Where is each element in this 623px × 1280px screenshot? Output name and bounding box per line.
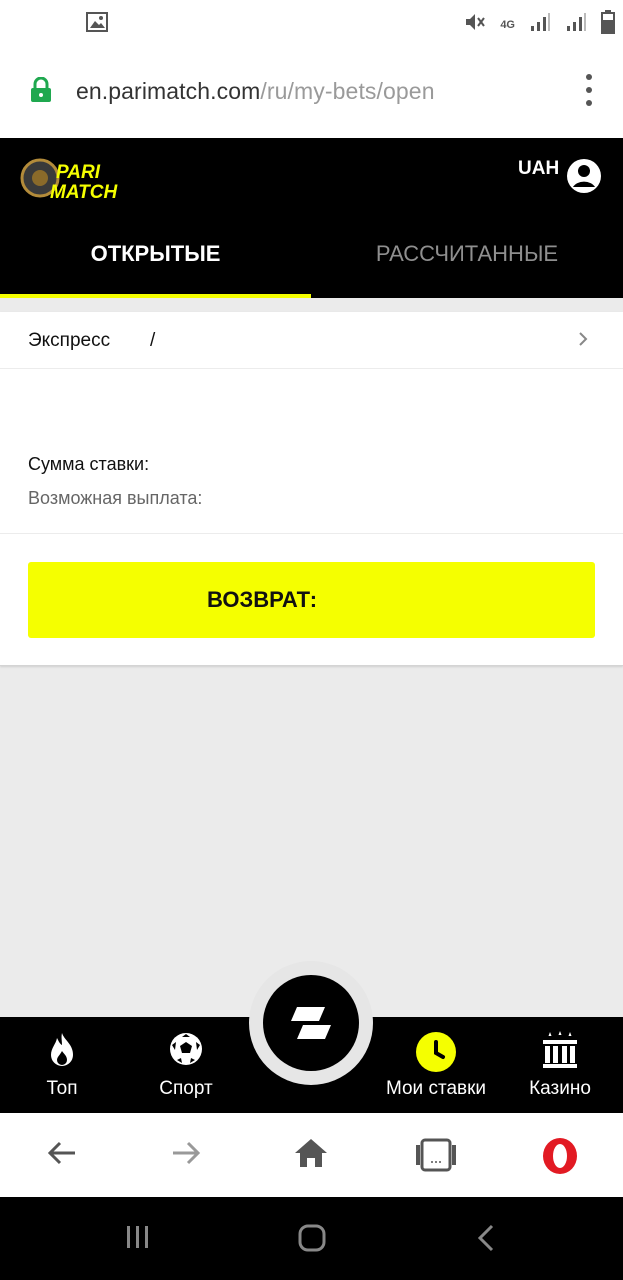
- soccer-ball-icon: [168, 1031, 204, 1072]
- clock-icon: [415, 1031, 457, 1078]
- bet-separator: /: [150, 330, 156, 351]
- network-type: 4G: [500, 18, 515, 31]
- status-bar: 4G: [0, 0, 623, 44]
- bet-card: Экспресс / Сумма ставки: Возможная выпла…: [0, 312, 623, 666]
- chevron-right-icon[interactable]: [577, 330, 589, 353]
- stake-label: Сумма ставки:: [28, 454, 150, 474]
- battery-icon: [601, 10, 615, 39]
- payout-label: Возможная выплата:: [28, 488, 203, 508]
- account-icon[interactable]: [566, 158, 602, 199]
- casino-icon: [540, 1031, 580, 1074]
- nav-label-sport: Спорт: [159, 1078, 213, 1099]
- logo-line2: MATCH: [50, 182, 118, 202]
- mute-icon: [464, 11, 486, 38]
- browser-menu-icon[interactable]: [585, 74, 593, 106]
- currency-label[interactable]: UAH: [518, 158, 559, 180]
- nav-label-my-bets: Мои ставки: [385, 1078, 487, 1099]
- url-path: /ru/my-bets/open: [260, 78, 435, 104]
- system-nav-bar: [0, 1197, 623, 1280]
- image-notification-icon: [86, 12, 108, 37]
- cashout-button[interactable]: ВОЗВРАТ:: [28, 562, 595, 638]
- browser-toolbar: [0, 1113, 623, 1197]
- bet-header[interactable]: Экспресс /: [0, 312, 623, 369]
- active-tab-indicator: [0, 294, 311, 298]
- signal-icon: [529, 11, 551, 38]
- parimatch-logo[interactable]: PARI MATCH: [20, 156, 160, 203]
- home-button-icon[interactable]: [297, 1223, 327, 1258]
- tabs-icon[interactable]: [414, 1137, 458, 1178]
- recent-apps-icon[interactable]: [124, 1223, 152, 1256]
- back-icon[interactable]: [476, 1223, 496, 1258]
- bet-type: Экспресс: [28, 330, 111, 351]
- tab-settled[interactable]: РАССЧИТАННЫЕ: [311, 241, 623, 267]
- url-host: en.parimatch.com: [76, 78, 261, 104]
- opera-icon[interactable]: [541, 1137, 579, 1180]
- divider: [0, 533, 623, 534]
- nav-item-sport[interactable]: Спорт: [136, 1017, 236, 1113]
- nav-label-casino: Казино: [529, 1078, 591, 1099]
- nav-item-my-bets[interactable]: Мои ставки: [376, 1017, 496, 1113]
- signal-icon-2: [565, 11, 587, 38]
- url-text[interactable]: en.parimatch.com/ru/my-bets/open: [76, 78, 435, 105]
- nav-item-casino[interactable]: Казино: [510, 1017, 610, 1113]
- nav-item-top[interactable]: Топ: [12, 1017, 112, 1113]
- parimatch-logo-icon: [263, 975, 359, 1071]
- cashout-button-label: ВОЗВРАТ:: [207, 587, 318, 612]
- app-header: PARI MATCH UAH ОТКРЫТЫЕ РАССЧИТАННЫЕ: [0, 138, 623, 298]
- lock-icon: [30, 76, 52, 108]
- back-arrow-icon[interactable]: [46, 1137, 78, 1174]
- tab-open[interactable]: ОТКРЫТЫЕ: [0, 241, 311, 267]
- parimatch-home-button[interactable]: [249, 961, 373, 1085]
- logo-line1: PARI: [56, 162, 101, 183]
- nav-label-top: Топ: [46, 1078, 78, 1099]
- flame-icon: [45, 1031, 79, 1074]
- browser-url-bar[interactable]: en.parimatch.com/ru/my-bets/open: [0, 44, 623, 138]
- forward-arrow-icon[interactable]: [170, 1137, 202, 1174]
- home-icon[interactable]: [294, 1137, 328, 1174]
